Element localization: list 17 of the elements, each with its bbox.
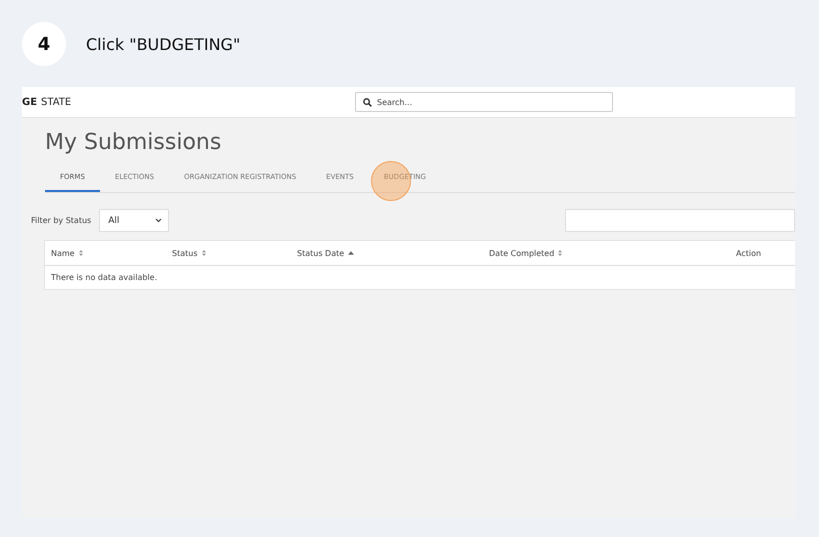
status-dropdown[interactable]: All bbox=[99, 209, 169, 232]
column-header[interactable]: Name bbox=[45, 248, 166, 258]
filter-label: Filter by Status bbox=[31, 216, 92, 225]
page-title: My Submissions bbox=[45, 130, 222, 155]
logo-text: GE bbox=[22, 96, 38, 108]
empty-message: There is no data available. bbox=[50, 272, 158, 284]
step-instruction: Click "BUDGETING" bbox=[86, 34, 240, 54]
search-field[interactable]: Search... bbox=[355, 92, 613, 112]
column-header[interactable]: Status bbox=[166, 248, 291, 258]
logo-text: STATE bbox=[41, 96, 72, 108]
search-icon bbox=[363, 98, 372, 107]
step-number: 4 bbox=[22, 22, 66, 66]
table-search-field[interactable] bbox=[565, 209, 795, 232]
column-header[interactable]: Status Date bbox=[291, 248, 483, 258]
column-header[interactable]: Action bbox=[730, 248, 795, 258]
column-header[interactable]: Date Completed bbox=[483, 248, 730, 258]
chevron-down-icon bbox=[155, 218, 162, 223]
